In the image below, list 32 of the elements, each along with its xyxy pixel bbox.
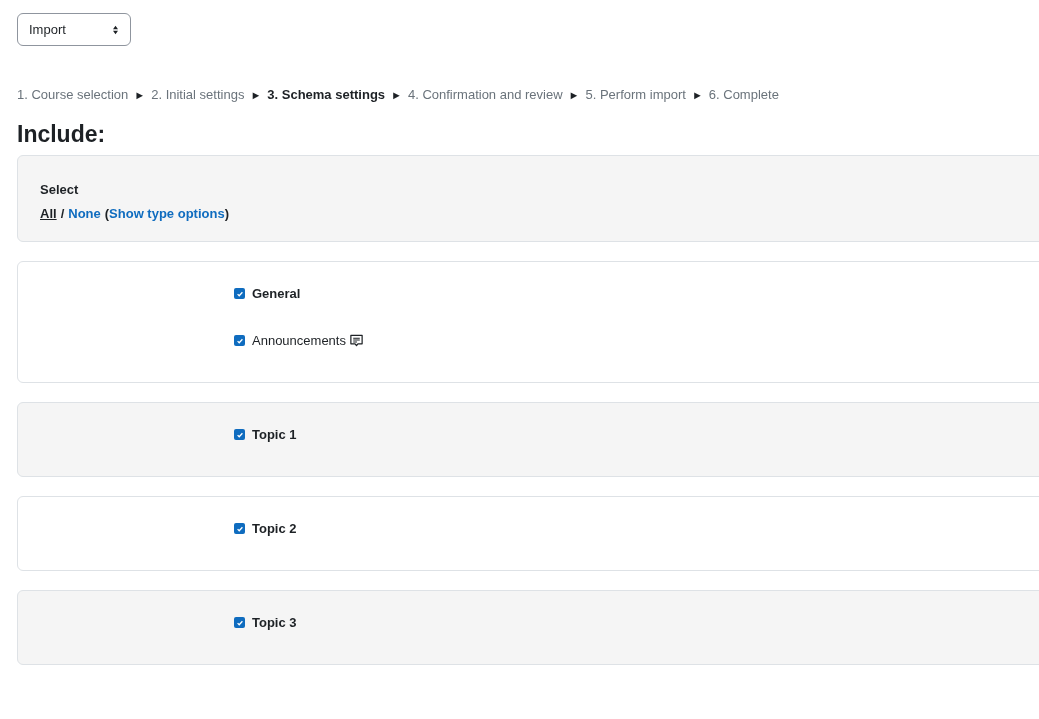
- step-label: 4. Confirmation and review: [407, 86, 563, 104]
- step-separator: ►: [250, 87, 262, 103]
- step-label: 1. Course selection: [17, 86, 129, 104]
- checkbox[interactable]: [234, 288, 245, 299]
- sort-arrows-icon: [112, 24, 119, 35]
- step-label: 6. Complete: [708, 86, 779, 104]
- checkbox[interactable]: [234, 429, 245, 440]
- forum-icon: [348, 333, 364, 348]
- checkbox[interactable]: [234, 335, 245, 346]
- paren-text: (: [104, 205, 110, 223]
- show-type-options-link[interactable]: Show type options: [109, 204, 225, 224]
- step-separator: ►: [134, 87, 146, 103]
- step-separator: ►: [568, 87, 580, 103]
- activity-label: Announcements: [252, 331, 346, 350]
- select-label: Select: [40, 180, 80, 199]
- step-label: 3. Schema settings: [267, 86, 386, 104]
- step-label: 5. Perform import: [585, 86, 686, 104]
- step-separator: ►: [691, 87, 703, 103]
- include-heading: Include:: [17, 119, 107, 149]
- select-all-link[interactable]: All: [40, 204, 57, 224]
- section-label: General: [252, 284, 301, 303]
- action-select[interactable]: Import: [17, 13, 131, 46]
- step-label: 2. Initial settings: [151, 86, 245, 104]
- step-separator: ►: [391, 87, 402, 103]
- checkbox[interactable]: [234, 617, 245, 628]
- section-label: Topic 3: [252, 613, 297, 632]
- paren-text: ): [224, 205, 229, 223]
- section-label: Topic 1: [252, 425, 297, 444]
- slash-text: /: [60, 205, 65, 223]
- section-label: Topic 2: [252, 519, 297, 538]
- checkbox[interactable]: [234, 523, 245, 534]
- select-none-link[interactable]: None: [68, 204, 101, 224]
